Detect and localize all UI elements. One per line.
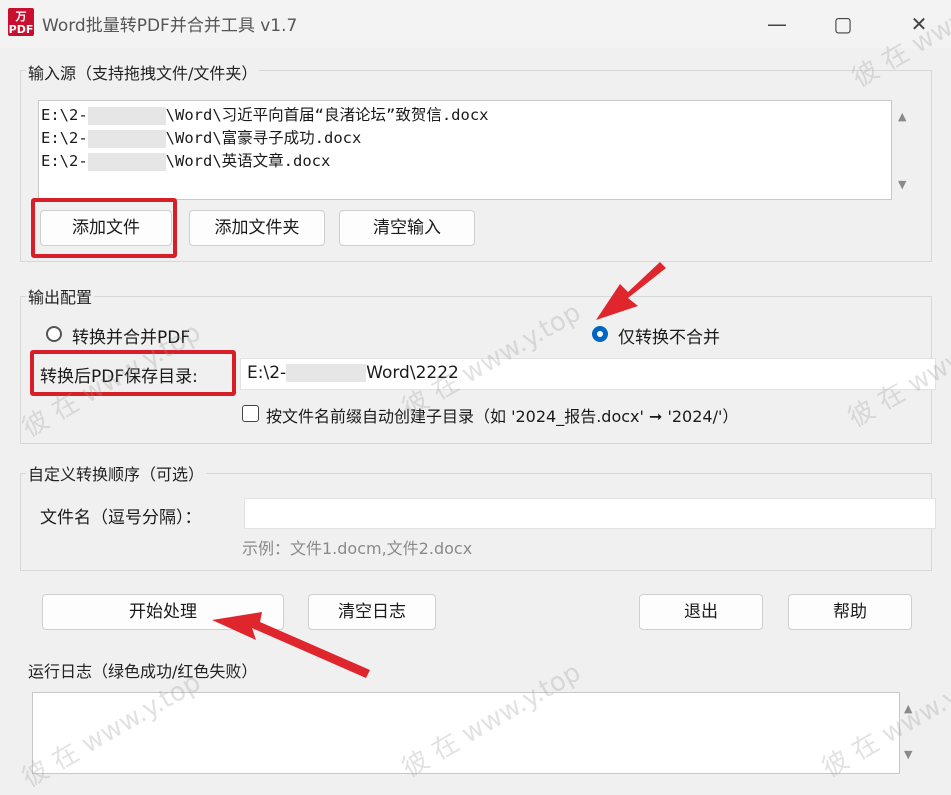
arrow-to-radio-icon <box>596 262 666 320</box>
annotation-arrows <box>212 262 666 678</box>
arrow-to-start-icon <box>212 612 370 678</box>
